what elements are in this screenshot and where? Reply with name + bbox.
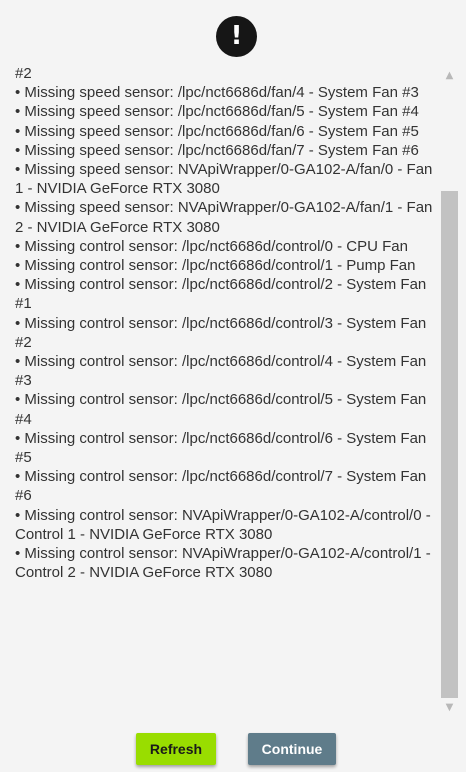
exclamation-icon: ! — [216, 16, 257, 57]
refresh-button[interactable]: Refresh — [136, 733, 216, 765]
log-line: • Missing control sensor: /lpc/nct6686d/… — [15, 353, 427, 390]
vertical-scrollbar[interactable]: ▲ ▼ — [441, 66, 458, 716]
log-line: • Missing control sensor: /lpc/nct6686d/… — [15, 429, 427, 467]
scroll-up-arrow-icon[interactable]: ▲ — [441, 68, 458, 84]
log-line: • Missing control sensor: NVApiWrapper/0… — [15, 545, 431, 582]
scroll-down-arrow-icon[interactable]: ▼ — [441, 700, 458, 716]
log-line: #2 — [15, 65, 32, 82]
log-line: • Missing speed sensor: /lpc/nct6686d/fa… — [15, 84, 419, 102]
log-line: • Missing speed sensor: NVApiWrapper/0-G… — [15, 161, 433, 198]
log-line: • Missing speed sensor: NVApiWrapper/0-G… — [15, 199, 433, 236]
log-line: • Missing control sensor: /lpc/nct6686d/… — [15, 468, 427, 505]
log-line: • Missing control sensor: /lpc/nct6686d/… — [15, 391, 427, 428]
log-line: • Missing speed sensor: /lpc/nct6686d/fa… — [15, 103, 419, 121]
log-line: • Missing speed sensor: /lpc/nct6686d/fa… — [15, 122, 419, 140]
log-line: • Missing control sensor: /lpc/nct6686d/… — [15, 237, 408, 255]
log-line: • Missing control sensor: /lpc/nct6686d/… — [15, 257, 416, 275]
missing-sensor-log: #2 • Missing speed sensor: /lpc/nct6686d… — [15, 64, 441, 582]
sensor-warning-dialog: ! #2 • Missing speed sensor: /lpc/nct668… — [0, 0, 466, 772]
scrollbar-thumb[interactable] — [441, 191, 458, 698]
log-line: • Missing control sensor: /lpc/nct6686d/… — [15, 314, 427, 351]
log-line: • Missing control sensor: NVApiWrapper/0… — [15, 506, 431, 543]
log-line: • Missing control sensor: /lpc/nct6686d/… — [15, 276, 427, 313]
log-scroll-area[interactable]: #2 • Missing speed sensor: /lpc/nct6686d… — [15, 64, 441, 689]
log-line: • Missing speed sensor: /lpc/nct6686d/fa… — [15, 141, 419, 159]
continue-button[interactable]: Continue — [248, 733, 336, 765]
